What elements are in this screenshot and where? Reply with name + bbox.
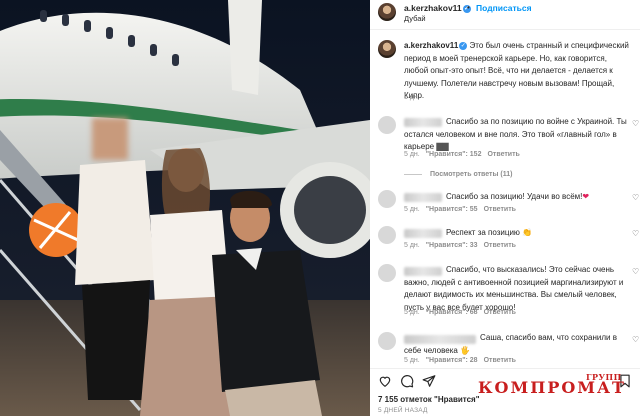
caption-time: 5 дн. — [404, 94, 420, 101]
heart-icon[interactable]: ♡ — [632, 230, 640, 238]
reply-button[interactable]: Ответить — [487, 151, 519, 158]
reply-button[interactable]: Ответить — [484, 309, 516, 316]
author-avatar[interactable] — [378, 3, 396, 21]
header-separator: • — [467, 3, 470, 12]
comment-text: Саша, спасибо вам, что сохранили в себе … — [404, 333, 617, 355]
author-username[interactable]: a.kerzhakov11 ✓ — [404, 3, 471, 13]
comment-meta: 5 дн. "Нравится": 33 Ответить — [404, 242, 516, 249]
comment-avatar[interactable] — [378, 226, 396, 244]
post-panel: a.kerzhakov11 ✓ • Подписаться Дубай a.ker… — [370, 0, 640, 416]
comment-meta: 5 дн. "Нравится": 28 Ответить — [404, 357, 516, 364]
reply-button[interactable]: Ответить — [484, 357, 516, 364]
likes-count[interactable]: 7 155 отметок "Нравится" — [378, 395, 480, 404]
comment-likes[interactable]: "Нравится": 28 — [426, 357, 478, 364]
comment-avatar[interactable] — [378, 332, 396, 350]
share-icon[interactable] — [422, 374, 436, 388]
heart-icon[interactable]: ♡ — [632, 336, 640, 344]
comment-likes[interactable]: "Нравится": 68 — [426, 309, 478, 316]
caption-text: a.kerzhakov11 ✓ Это был очень странный и … — [404, 41, 629, 100]
comment-likes[interactable]: "Нравится": 33 — [426, 242, 478, 249]
post-location[interactable]: Дубай — [404, 14, 426, 23]
comment-text: Спасибо за позицию! Удачи во всём!❤ — [446, 192, 590, 201]
comment-meta: 5 дн. "Нравится": 55 Ответить — [404, 206, 516, 213]
caption-username[interactable]: a.kerzhakov11 — [404, 41, 458, 50]
post-photo[interactable] — [0, 0, 370, 416]
comment-likes[interactable]: "Нравится": 152 — [426, 151, 482, 158]
comment-emoji: ▇▇ — [436, 142, 449, 151]
comment-meta: 5 дн. "Нравится": 68 Ответить — [404, 309, 516, 316]
view-replies-button[interactable]: Посмотреть ответы (11) — [404, 171, 512, 178]
heart-icon[interactable] — [378, 374, 392, 388]
caption-avatar[interactable] — [378, 40, 396, 58]
posted-time: 5 ДНЕЙ НАЗАД — [378, 407, 428, 414]
comment-text: Спасибо, что высказались! Это сейчас оче… — [404, 265, 624, 312]
comment-emoji: ❤ — [582, 192, 590, 201]
comment-icon[interactable] — [400, 374, 414, 388]
comment-emoji: 🖐 — [460, 345, 471, 355]
reply-button[interactable]: Ответить — [484, 206, 516, 213]
comment-text: Респект за позицию 👏 — [446, 228, 533, 237]
comment-likes[interactable]: "Нравится": 55 — [426, 206, 478, 213]
comment-text: Спасибо за по позицию по войне с Украино… — [404, 117, 627, 151]
comment-emoji: 👏 — [522, 228, 533, 237]
verified-badge-icon: ✓ — [459, 41, 468, 50]
comment-meta: 5 дн. "Нравится": 152 Ответить — [404, 151, 520, 158]
follow-button[interactable]: Подписаться — [476, 3, 532, 13]
reply-button[interactable]: Ответить — [484, 242, 516, 249]
comment-avatar[interactable] — [378, 264, 396, 282]
heart-icon[interactable]: ♡ — [632, 194, 640, 202]
heart-icon[interactable]: ♡ — [632, 268, 640, 276]
comment-avatar[interactable] — [378, 190, 396, 208]
watermark-logo: КОМПРОМАТ ГРУПП — [478, 372, 626, 397]
comment-avatar[interactable] — [378, 116, 396, 134]
post-header: a.kerzhakov11 ✓ • Подписаться Дубай — [370, 0, 640, 30]
heart-icon[interactable]: ♡ — [632, 120, 640, 128]
photo-image — [0, 0, 370, 416]
